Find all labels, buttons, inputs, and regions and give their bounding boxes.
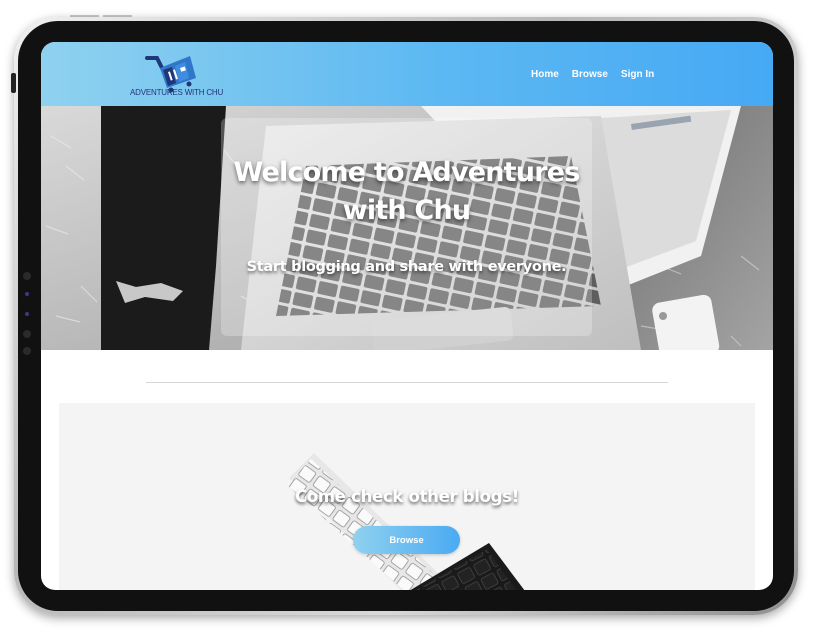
nav-link-sign-in[interactable]: Sign In <box>621 69 654 80</box>
nav-links: Home Browse Sign In <box>531 69 654 80</box>
browse-section: Come check other blogs! Browse <box>59 403 755 590</box>
tablet-screen: ADVENTURES WITH CHU Home Browse Sign In <box>41 42 773 590</box>
camera-dot-icon <box>23 330 31 338</box>
camera-dot-icon <box>23 347 31 355</box>
hero-section: Welcome to Adventures with Chu Start blo… <box>41 106 773 350</box>
sensor-dot-icon <box>25 312 29 316</box>
navbar: ADVENTURES WITH CHU Home Browse Sign In <box>41 42 773 106</box>
nav-link-home[interactable]: Home <box>531 69 559 80</box>
hero-title: Welcome to Adventures with Chu <box>233 157 580 226</box>
hero-subtitle: Start blogging and share with everyone. <box>246 259 567 275</box>
nav-link-browse[interactable]: Browse <box>572 69 608 80</box>
browse-button[interactable]: Browse <box>353 526 460 554</box>
logo-text: ADVENTURES WITH CHU <box>130 88 224 97</box>
volume-button <box>11 73 16 93</box>
section-title: Come check other blogs! <box>295 487 519 506</box>
sensor-dot-icon <box>25 292 29 296</box>
camera-dot-icon <box>23 272 31 280</box>
section-divider <box>146 382 668 383</box>
